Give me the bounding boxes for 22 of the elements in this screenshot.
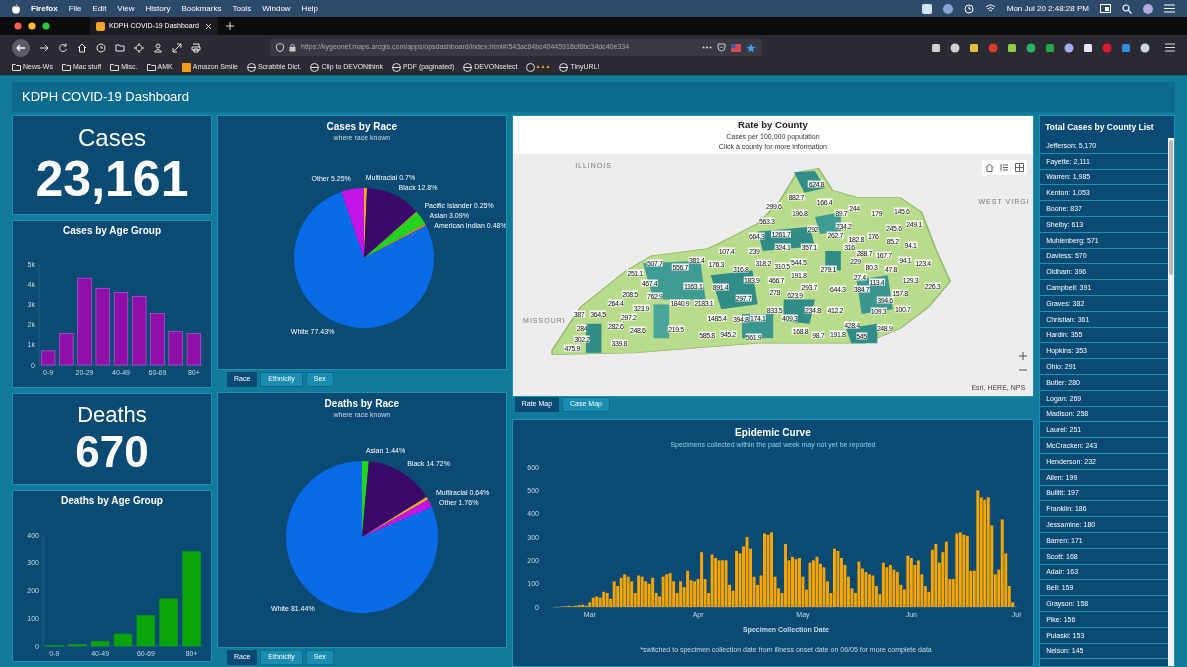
chart-title: Cases by Age Group [62, 226, 162, 236]
menu-item[interactable]: Help [301, 2, 319, 15]
menu-item[interactable]: History [145, 2, 171, 15]
indicator-label: Cases [78, 126, 146, 150]
indicator-value: 670 [75, 430, 149, 474]
indicator-value: 23,161 [35, 154, 189, 204]
menu-item[interactable]: View [117, 2, 135, 15]
chart-title: Cases by Race [325, 122, 399, 132]
map-title: Rate by County [737, 120, 809, 130]
chart-title: Deaths by Race [323, 399, 401, 409]
dashboard-title: KDPH COVID-19 Dashboard [22, 88, 189, 107]
menu-bar-clock: Mon Jul 20 2:48:28 PM [1006, 2, 1089, 15]
menu-item[interactable]: Tools [232, 2, 252, 15]
menu-item[interactable]: Window [262, 2, 291, 15]
menu-item[interactable]: File [68, 2, 82, 15]
menu-item[interactable]: Bookmarks [181, 2, 222, 15]
indicator-label: Deaths [77, 404, 147, 426]
menu-item[interactable]: Edit [92, 2, 107, 15]
list-title: Total Cases by County List [1044, 120, 1155, 134]
chart-title: Deaths by Age Group [60, 496, 164, 506]
app-menu[interactable]: Firefox [31, 2, 58, 15]
chart-title: Epidemic Curve [734, 428, 812, 438]
